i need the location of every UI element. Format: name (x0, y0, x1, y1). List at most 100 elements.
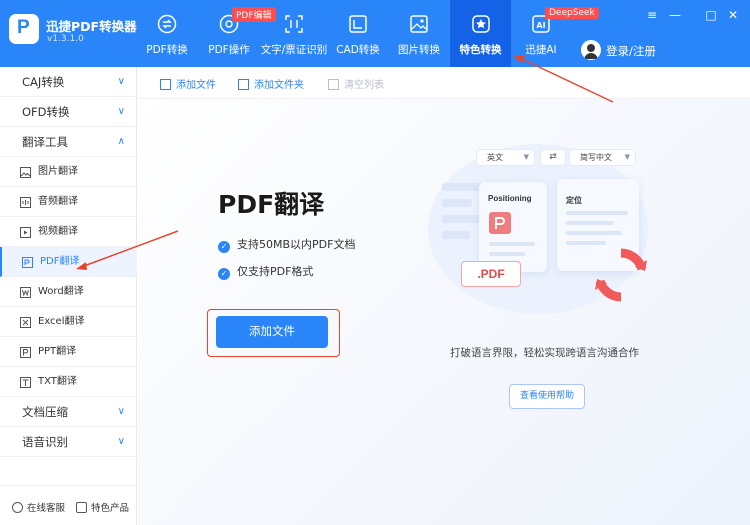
audio-icon (20, 197, 31, 208)
sidebar-item-label: 图片翻译 (38, 166, 78, 177)
avatar[interactable] (581, 40, 601, 60)
chevron-down-icon: ∨ (117, 76, 125, 87)
headset-icon (12, 502, 23, 513)
image-icon (410, 15, 428, 33)
add-file-icon (160, 79, 171, 90)
sidebar-item-label: Word翻译 (38, 286, 84, 297)
swap-language-button[interactable]: ⇄ (541, 150, 565, 165)
nav-label: 特色转换 (459, 44, 502, 56)
add-folder-label: 添加文件夹 (254, 80, 304, 91)
close-button[interactable]: ✕ (726, 8, 740, 22)
star-icon (471, 15, 490, 33)
app-name: 迅捷PDF转换器 (46, 19, 137, 34)
refresh-icon (595, 248, 647, 302)
clear-list-button[interactable]: 清空列表 (328, 76, 384, 91)
sidebar-item-pdf-translate[interactable]: PDF翻译 (0, 247, 137, 277)
sidebar-item-ppt-translate[interactable]: PPT翻译 (0, 337, 137, 367)
product-icon (76, 502, 87, 513)
trash-icon (328, 79, 339, 90)
sidebar-item-label: Excel翻译 (38, 316, 85, 327)
chevron-down-icon: ∨ (117, 406, 125, 417)
chevron-down-icon: ∨ (117, 106, 125, 117)
source-language-value: 英文 (487, 153, 503, 162)
menu-icon[interactable]: ≡ (645, 8, 659, 22)
sidebar-item-label: 视频翻译 (38, 226, 78, 237)
target-language-value: 简写中文 (580, 153, 612, 162)
sidebar-group-label: OFD转换 (22, 105, 70, 119)
toolbar: 添加文件 添加文件夹 清空列表 (138, 67, 750, 99)
sidebar-group-ofd[interactable]: OFD转换 ∨ (0, 97, 137, 127)
feature-item: ✓ 仅支持PDF格式 (218, 263, 313, 280)
app-version: v1.3.1.0 (47, 34, 84, 44)
excel-icon (20, 317, 31, 328)
sidebar-group-speech[interactable]: 语音识别 ∨ (0, 427, 137, 457)
sidebar-item-label: TXT翻译 (38, 376, 77, 387)
clear-list-label: 清空列表 (344, 80, 384, 91)
pdf-icon (22, 257, 33, 268)
sidebar-item-txt-translate[interactable]: TXT翻译 (0, 367, 137, 397)
maximize-button[interactable]: □ (704, 8, 718, 22)
sidebar: CAJ转换 ∨ OFD转换 ∨ 翻译工具 ∧ 图片翻译 音频翻译 视频翻译 PD… (0, 67, 137, 525)
chevron-down-icon: ∨ (117, 436, 125, 447)
feature-item: ✓ 支持50MB以内PDF文档 (218, 236, 355, 253)
add-file-button[interactable]: 添加文件 (160, 76, 216, 91)
sidebar-group-translate[interactable]: 翻译工具 ∧ (0, 127, 137, 157)
target-doc-title: 定位 (566, 196, 582, 205)
slogan-text: 打破语言界限，轻松实现跨语言沟通合作 (450, 347, 639, 359)
sidebar-item-audio-translate[interactable]: 音频翻译 (0, 187, 137, 217)
featured-products-button[interactable]: 特色产品 (76, 500, 129, 514)
nav-label: PDF操作 (208, 44, 250, 56)
nav-cad[interactable]: CAD转换 (328, 0, 388, 67)
sidebar-item-label: 音频翻译 (38, 196, 78, 207)
nav-label: 图片转换 (398, 44, 440, 56)
video-icon (20, 227, 31, 238)
sidebar-item-word-translate[interactable]: Word翻译 (0, 277, 137, 307)
sidebar-group-label: 语音识别 (22, 435, 68, 449)
header-bar: P 迅捷PDF转换器 v1.3.1.0 PDF转换 PDF操作 文字/票证识别 … (0, 0, 750, 67)
caret-down-icon: ▼ (624, 153, 630, 161)
swap-icon (157, 14, 177, 34)
source-doc-card: Positioning (479, 182, 547, 272)
sidebar-group-caj[interactable]: CAJ转换 ∨ (0, 67, 137, 97)
check-icon: ✓ (218, 268, 230, 280)
login-link[interactable]: 登录/注册 (606, 43, 656, 59)
source-doc-title: Positioning (488, 194, 532, 203)
online-service-button[interactable]: 在线客服 (12, 500, 65, 514)
feature-text: 支持50MB以内PDF文档 (237, 238, 356, 251)
minimize-button[interactable]: — (668, 8, 682, 22)
usage-help-button[interactable]: 查看使用帮助 (509, 384, 585, 409)
sidebar-item-excel-translate[interactable]: Excel翻译 (0, 307, 137, 337)
nav-label: 文字/票证识别 (260, 44, 328, 56)
nav-label: 迅捷AI (525, 44, 557, 56)
source-language-select[interactable]: 英文 ▼ (477, 150, 534, 165)
sidebar-item-label: PDF翻译 (40, 256, 80, 267)
caret-down-icon: ▼ (523, 153, 529, 161)
scan-icon (285, 15, 303, 33)
word-icon (20, 287, 31, 298)
add-file-label: 添加文件 (176, 80, 216, 91)
add-folder-icon (238, 79, 249, 90)
featured-products-label: 特色产品 (91, 503, 130, 514)
chevron-up-icon: ∧ (117, 136, 125, 147)
ppt-icon (20, 347, 31, 358)
image-icon (20, 167, 31, 178)
svg-text:AI: AI (536, 21, 545, 30)
add-folder-button[interactable]: 添加文件夹 (238, 76, 304, 91)
sidebar-item-label: PPT翻译 (38, 346, 77, 357)
nav-special[interactable]: 特色转换 (450, 0, 511, 67)
feature-text: 仅支持PDF格式 (237, 265, 314, 278)
target-language-select[interactable]: 简写中文 ▼ (570, 150, 635, 165)
nav-pdf-convert[interactable]: PDF转换 (136, 0, 198, 67)
add-file-main-button[interactable]: 添加文件 (216, 316, 328, 348)
nav-label: PDF转换 (146, 44, 188, 56)
sidebar-group-label: 文档压缩 (22, 405, 68, 419)
sidebar-group-label: 翻译工具 (22, 135, 68, 149)
sidebar-footer: 在线客服 特色产品 (0, 485, 137, 525)
sidebar-group-compress[interactable]: 文档压缩 ∨ (0, 397, 137, 427)
nav-image[interactable]: 图片转换 (388, 0, 450, 67)
app-logo: P (9, 14, 39, 44)
sidebar-item-video-translate[interactable]: 视频翻译 (0, 217, 137, 247)
sidebar-group-label: CAJ转换 (22, 75, 65, 89)
pdf-file-tag: .PDF (461, 261, 521, 287)
sidebar-item-image-translate[interactable]: 图片翻译 (0, 157, 137, 187)
